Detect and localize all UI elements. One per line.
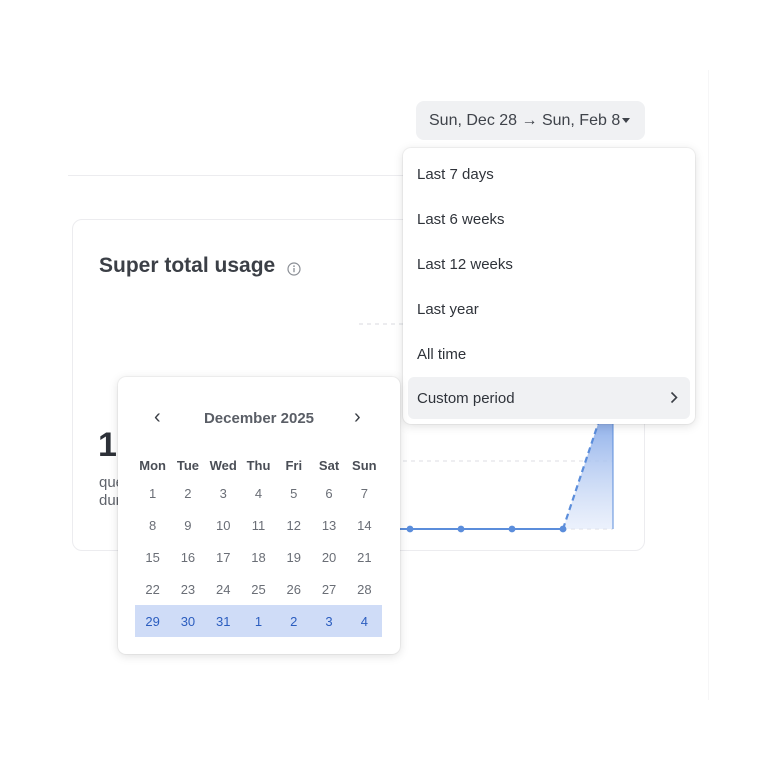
- calendar-day[interactable]: 7: [347, 486, 382, 501]
- calendar-day[interactable]: 28: [347, 582, 382, 597]
- calendar-day[interactable]: 9: [170, 518, 205, 533]
- calendar-day[interactable]: 1: [135, 486, 170, 501]
- menu-item-last-year[interactable]: Last year: [408, 288, 690, 330]
- menu-item-label: All time: [417, 345, 467, 363]
- chart-point: [457, 525, 465, 533]
- caret-down-icon: [622, 118, 630, 123]
- calendar-week: 8 9 10 11 12 13 14: [135, 509, 382, 541]
- calendar-week: 15 16 17 18 19 20 21: [135, 541, 382, 573]
- calendar-day[interactable]: 22: [135, 582, 170, 597]
- calendar-week: 1 2 3 4 5 6 7: [135, 477, 382, 509]
- menu-item-label: Last 6 weeks: [417, 210, 505, 228]
- calendar-day[interactable]: 23: [170, 582, 205, 597]
- menu-item-last-6-weeks[interactable]: Last 6 weeks: [408, 198, 690, 240]
- calendar-day[interactable]: 13: [311, 518, 346, 533]
- menu-item-custom-period[interactable]: Custom period: [408, 377, 690, 419]
- calendar-day[interactable]: 17: [206, 550, 241, 565]
- calendar-day[interactable]: 14: [347, 518, 382, 533]
- calendar-day-selected[interactable]: 4: [347, 614, 382, 629]
- weekday-label: Wed: [209, 457, 237, 473]
- menu-item-label: Last year: [417, 300, 479, 318]
- calendar-day[interactable]: 8: [135, 518, 170, 533]
- menu-item-label: Last 12 weeks: [417, 255, 513, 273]
- date-range-label: Sun, Dec 28 → Sun, Feb 8: [429, 111, 621, 129]
- calendar-day[interactable]: 3: [206, 486, 241, 501]
- calendar-day[interactable]: 5: [276, 486, 311, 501]
- date-range-menu: Last 7 days Last 6 weeks Last 12 weeks L…: [403, 148, 695, 424]
- calendar-day-selected[interactable]: 3: [311, 614, 346, 629]
- chart-area: [563, 424, 613, 529]
- weekday-label: Mon: [139, 457, 166, 473]
- calendar-grid: Mon Tue Wed Thu Fri Sat Sun 1 2 3 4 5 6 …: [135, 453, 382, 637]
- calendar-day[interactable]: 6: [311, 486, 346, 501]
- calendar-day[interactable]: 21: [347, 550, 382, 565]
- calendar-day-selected[interactable]: 29: [135, 614, 170, 629]
- calendar-day[interactable]: 15: [135, 550, 170, 565]
- weekday-label: Sat: [318, 457, 340, 473]
- weekday-label: Sun: [352, 457, 377, 473]
- page-divider-vertical: [708, 70, 709, 700]
- calendar-week: 22 23 24 25 26 27 28: [135, 573, 382, 605]
- chevron-right-icon: [670, 391, 678, 404]
- calendar-day-selected[interactable]: 30: [170, 614, 205, 629]
- chart-point: [559, 525, 567, 533]
- weekday-label: Tue: [176, 457, 199, 473]
- menu-item-all-time[interactable]: All time: [408, 333, 690, 375]
- calendar-day-selected[interactable]: 1: [241, 614, 276, 629]
- weekday-header-row: Mon Tue Wed Thu Fri Sat Sun: [135, 453, 382, 477]
- calendar-day[interactable]: 16: [170, 550, 205, 565]
- calendar-day[interactable]: 19: [276, 550, 311, 565]
- calendar-day[interactable]: 26: [276, 582, 311, 597]
- calendar-day[interactable]: 12: [276, 518, 311, 533]
- calendar-popover: ‹ December 2025 › Mon Tue Wed Thu Fri Sa…: [118, 377, 400, 654]
- calendar-day[interactable]: 18: [241, 550, 276, 565]
- menu-item-label: Custom period: [417, 389, 515, 407]
- menu-item-last-7-days[interactable]: Last 7 days: [408, 153, 690, 195]
- calendar-day[interactable]: 25: [241, 582, 276, 597]
- menu-item-label: Last 7 days: [417, 165, 494, 183]
- calendar-day[interactable]: 24: [206, 582, 241, 597]
- calendar-day-selected[interactable]: 31: [206, 614, 241, 629]
- calendar-day-selected[interactable]: 2: [276, 614, 311, 629]
- weekday-label: Thu: [246, 457, 271, 473]
- calendar-day[interactable]: 10: [206, 518, 241, 533]
- calendar-day[interactable]: 2: [170, 486, 205, 501]
- calendar-day[interactable]: 27: [311, 582, 346, 597]
- menu-item-last-12-weeks[interactable]: Last 12 weeks: [408, 243, 690, 285]
- calendar-day[interactable]: 11: [241, 518, 276, 533]
- calendar-week-selected: 29 30 31 1 2 3 4: [135, 605, 382, 637]
- chart-point: [508, 525, 516, 533]
- calendar-day[interactable]: 20: [311, 550, 346, 565]
- date-range-dropdown[interactable]: Sun, Dec 28 → Sun, Feb 8: [416, 101, 645, 140]
- weekday-label: Fri: [285, 457, 303, 473]
- calendar-day[interactable]: 4: [241, 486, 276, 501]
- next-month-button[interactable]: ›: [354, 407, 361, 427]
- header-divider: [68, 175, 404, 176]
- chart-point: [406, 525, 414, 533]
